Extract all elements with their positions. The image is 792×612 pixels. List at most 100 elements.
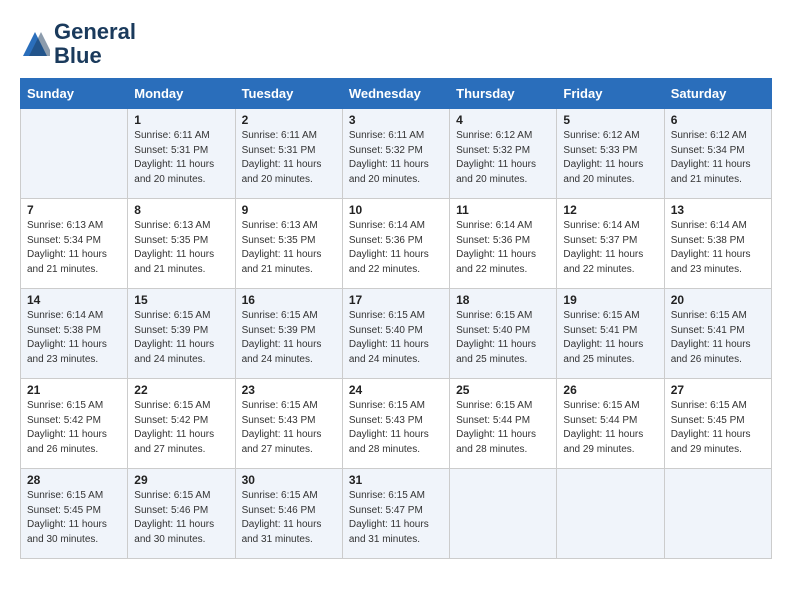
day-detail: Sunrise: 6:15 AMSunset: 5:47 PMDaylight:… [349,489,443,547]
day-detail: Sunrise: 6:15 AMSunset: 5:39 PMDaylight:… [242,309,336,367]
day-number: 12 [563,203,657,217]
col-header-monday: Monday [128,79,235,109]
day-detail: Sunrise: 6:11 AMSunset: 5:31 PMDaylight:… [134,129,228,187]
col-header-saturday: Saturday [664,79,771,109]
calendar-cell: 1 Sunrise: 6:11 AMSunset: 5:31 PMDaylight… [128,109,235,199]
day-detail: Sunrise: 6:13 AMSunset: 5:34 PMDaylight:… [27,219,121,277]
day-detail: Sunrise: 6:15 AMSunset: 5:41 PMDaylight:… [563,309,657,367]
week-row-4: 21 Sunrise: 6:15 AMSunset: 5:42 PMDayligh… [21,379,772,469]
day-number: 29 [134,473,228,487]
calendar-cell: 16Sunrise: 6:15 AMSunset: 5:39 PMDayligh… [235,289,342,379]
day-detail: Sunrise: 6:15 AMSunset: 5:44 PMDaylight:… [456,399,550,457]
day-detail: Sunrise: 6:15 AMSunset: 5:41 PMDaylight:… [671,309,765,367]
calendar-cell: 4 Sunrise: 6:12 AMSunset: 5:32 PMDaylight… [450,109,557,199]
day-detail: Sunrise: 6:15 AMSunset: 5:43 PMDaylight:… [349,399,443,457]
day-number: 3 [349,113,443,127]
page-header: General Blue [20,20,772,68]
calendar-cell: 21 Sunrise: 6:15 AMSunset: 5:42 PMDayligh… [21,379,128,469]
day-number: 9 [242,203,336,217]
col-header-friday: Friday [557,79,664,109]
day-number: 18 [456,293,550,307]
day-number: 19 [563,293,657,307]
col-header-tuesday: Tuesday [235,79,342,109]
day-number: 17 [349,293,443,307]
day-detail: Sunrise: 6:14 AMSunset: 5:37 PMDaylight:… [563,219,657,277]
calendar-cell: 28 Sunrise: 6:15 AMSunset: 5:45 PMDayligh… [21,469,128,559]
day-number: 20 [671,293,765,307]
calendar-cell: 24 Sunrise: 6:15 AMSunset: 5:43 PMDayligh… [342,379,449,469]
calendar-cell: 9 Sunrise: 6:13 AMSunset: 5:35 PMDaylight… [235,199,342,289]
calendar-cell [450,469,557,559]
day-number: 14 [27,293,121,307]
day-detail: Sunrise: 6:15 AMSunset: 5:40 PMDaylight:… [456,309,550,367]
calendar-cell: 6 Sunrise: 6:12 AMSunset: 5:34 PMDaylight… [664,109,771,199]
day-number: 8 [134,203,228,217]
day-number: 28 [27,473,121,487]
day-number: 22 [134,383,228,397]
day-detail: Sunrise: 6:14 AMSunset: 5:38 PMDaylight:… [27,309,121,367]
calendar-cell: 30 Sunrise: 6:15 AMSunset: 5:46 PMDayligh… [235,469,342,559]
calendar-cell: 7 Sunrise: 6:13 AMSunset: 5:34 PMDaylight… [21,199,128,289]
day-detail: Sunrise: 6:15 AMSunset: 5:42 PMDaylight:… [134,399,228,457]
calendar-table: SundayMondayTuesdayWednesdayThursdayFrid… [20,78,772,559]
calendar-cell: 14 Sunrise: 6:14 AMSunset: 5:38 PMDayligh… [21,289,128,379]
logo-text: General Blue [54,20,136,68]
calendar-cell: 31Sunrise: 6:15 AMSunset: 5:47 PMDayligh… [342,469,449,559]
day-detail: Sunrise: 6:15 AMSunset: 5:39 PMDaylight:… [134,309,228,367]
day-number: 26 [563,383,657,397]
day-number: 6 [671,113,765,127]
day-number: 21 [27,383,121,397]
day-number: 27 [671,383,765,397]
calendar-cell: 25 Sunrise: 6:15 AMSunset: 5:44 PMDayligh… [450,379,557,469]
day-number: 11 [456,203,550,217]
day-number: 25 [456,383,550,397]
calendar-cell [21,109,128,199]
calendar-cell: 22 Sunrise: 6:15 AMSunset: 5:42 PMDayligh… [128,379,235,469]
calendar-cell: 12 Sunrise: 6:14 AMSunset: 5:37 PMDayligh… [557,199,664,289]
day-number: 2 [242,113,336,127]
day-detail: Sunrise: 6:15 AMSunset: 5:42 PMDaylight:… [27,399,121,457]
day-detail: Sunrise: 6:15 AMSunset: 5:44 PMDaylight:… [563,399,657,457]
day-number: 24 [349,383,443,397]
calendar-cell [557,469,664,559]
day-detail: Sunrise: 6:14 AMSunset: 5:38 PMDaylight:… [671,219,765,277]
day-number: 10 [349,203,443,217]
week-row-2: 7 Sunrise: 6:13 AMSunset: 5:34 PMDaylight… [21,199,772,289]
day-number: 1 [134,113,228,127]
day-detail: Sunrise: 6:15 AMSunset: 5:46 PMDaylight:… [134,489,228,547]
calendar-cell: 11 Sunrise: 6:14 AMSunset: 5:36 PMDayligh… [450,199,557,289]
day-number: 4 [456,113,550,127]
day-detail: Sunrise: 6:14 AMSunset: 5:36 PMDaylight:… [349,219,443,277]
week-row-3: 14 Sunrise: 6:14 AMSunset: 5:38 PMDayligh… [21,289,772,379]
day-detail: Sunrise: 6:12 AMSunset: 5:32 PMDaylight:… [456,129,550,187]
day-detail: Sunrise: 6:13 AMSunset: 5:35 PMDaylight:… [134,219,228,277]
day-number: 13 [671,203,765,217]
day-detail: Sunrise: 6:15 AMSunset: 5:46 PMDaylight:… [242,489,336,547]
calendar-cell [664,469,771,559]
logo-icon [20,29,50,59]
week-row-1: 1 Sunrise: 6:11 AMSunset: 5:31 PMDaylight… [21,109,772,199]
day-detail: Sunrise: 6:15 AMSunset: 5:45 PMDaylight:… [27,489,121,547]
calendar-cell: 26 Sunrise: 6:15 AMSunset: 5:44 PMDayligh… [557,379,664,469]
calendar-cell: 18 Sunrise: 6:15 AMSunset: 5:40 PMDayligh… [450,289,557,379]
day-detail: Sunrise: 6:15 AMSunset: 5:43 PMDaylight:… [242,399,336,457]
day-detail: Sunrise: 6:15 AMSunset: 5:45 PMDaylight:… [671,399,765,457]
day-detail: Sunrise: 6:12 AMSunset: 5:34 PMDaylight:… [671,129,765,187]
day-detail: Sunrise: 6:11 AMSunset: 5:31 PMDaylight:… [242,129,336,187]
day-detail: Sunrise: 6:11 AMSunset: 5:32 PMDaylight:… [349,129,443,187]
day-detail: Sunrise: 6:14 AMSunset: 5:36 PMDaylight:… [456,219,550,277]
day-detail: Sunrise: 6:15 AMSunset: 5:40 PMDaylight:… [349,309,443,367]
day-detail: Sunrise: 6:13 AMSunset: 5:35 PMDaylight:… [242,219,336,277]
col-header-sunday: Sunday [21,79,128,109]
calendar-cell: 19 Sunrise: 6:15 AMSunset: 5:41 PMDayligh… [557,289,664,379]
calendar-cell: 10 Sunrise: 6:14 AMSunset: 5:36 PMDayligh… [342,199,449,289]
day-number: 15 [134,293,228,307]
calendar-cell: 27 Sunrise: 6:15 AMSunset: 5:45 PMDayligh… [664,379,771,469]
day-number: 7 [27,203,121,217]
calendar-cell: 8 Sunrise: 6:13 AMSunset: 5:35 PMDaylight… [128,199,235,289]
day-number: 30 [242,473,336,487]
calendar-cell: 23Sunrise: 6:15 AMSunset: 5:43 PMDayligh… [235,379,342,469]
calendar-cell: 20 Sunrise: 6:15 AMSunset: 5:41 PMDayligh… [664,289,771,379]
day-detail: Sunrise: 6:12 AMSunset: 5:33 PMDaylight:… [563,129,657,187]
col-header-wednesday: Wednesday [342,79,449,109]
